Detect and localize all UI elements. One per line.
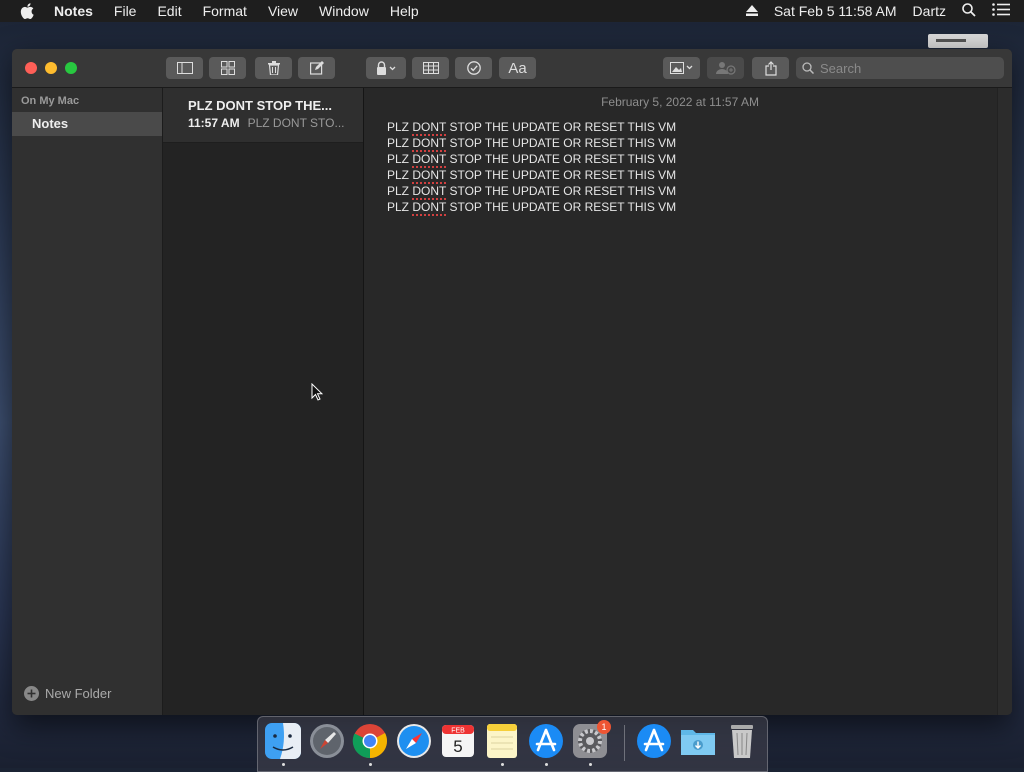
note-title: PLZ DONT STOP THE... — [188, 98, 332, 113]
menu-file[interactable]: File — [114, 3, 137, 19]
sidebar-section-label: On My Mac — [21, 95, 80, 107]
downloads-folder-icon[interactable] — [679, 722, 717, 760]
spotlight-search-icon[interactable] — [962, 2, 976, 20]
trash-icon — [267, 61, 280, 75]
note-line: PLZ DONT STOP THE UPDATE OR RESET THIS V… — [387, 168, 677, 182]
notification-center-icon[interactable] — [992, 3, 1010, 19]
calendar-day-label: 5 — [453, 737, 462, 756]
note-line: PLZ DONT STOP THE UPDATE OR RESET THIS V… — [387, 200, 677, 214]
checkmark-circle-icon — [466, 61, 481, 75]
note-body[interactable]: PLZ DONT STOP THE UPDATE OR RESET THIS V… — [387, 119, 676, 215]
zoom-window-button[interactable] — [65, 62, 77, 74]
misspelled-word[interactable]: DONT — [412, 152, 446, 166]
launchpad-icon[interactable] — [308, 722, 346, 760]
add-people-icon — [715, 62, 736, 75]
new-note-button[interactable] — [298, 57, 335, 79]
trash-dock-icon[interactable] — [723, 722, 761, 760]
note-line: PLZ DONT STOP THE UPDATE OR RESET THIS V… — [387, 184, 677, 198]
chrome-icon[interactable] — [351, 722, 389, 760]
menu-edit[interactable]: Edit — [157, 3, 181, 19]
list-item[interactable]: PLZ DONT STOP THE... 11:57 AM PLZ DONT ST… — [163, 88, 363, 143]
minimize-window-button[interactable] — [45, 62, 57, 74]
menubar-clock[interactable]: Sat Feb 5 11:58 AM — [774, 3, 897, 19]
notes-app-icon[interactable] — [483, 722, 521, 760]
folders-sidebar: On My Mac Notes New Folder — [12, 88, 163, 715]
add-media-button[interactable] — [663, 57, 700, 79]
menu-bar: Notes File Edit Format View Window Help … — [0, 0, 1024, 22]
calendar-icon[interactable]: FEB 5 — [439, 722, 477, 760]
sidebar-icon — [176, 62, 193, 74]
eject-icon[interactable] — [745, 3, 758, 19]
apple-menu-icon[interactable] — [20, 3, 38, 19]
note-line: PLZ DONT STOP THE UPDATE OR RESET THIS V… — [387, 120, 677, 134]
share-icon — [764, 60, 777, 76]
delete-note-button[interactable] — [255, 57, 292, 79]
compose-icon — [309, 61, 324, 75]
misspelled-word[interactable]: DONT — [412, 200, 446, 214]
text-format-icon: Aa — [508, 59, 527, 77]
safari-icon[interactable] — [395, 722, 433, 760]
note-date: February 5, 2022 at 11:57 AM — [601, 95, 759, 109]
notes-window: Aa On My Mac Notes New Folder PLZ DONT S… — [12, 49, 1012, 715]
grid-icon — [220, 61, 235, 75]
insert-table-button[interactable] — [412, 57, 449, 79]
app-store-icon[interactable] — [527, 722, 565, 760]
mouse-pointer-icon — [311, 383, 323, 401]
menu-app-notes[interactable]: Notes — [54, 3, 93, 19]
menu-help[interactable]: Help — [390, 3, 419, 19]
sidebar-item-label: Notes — [32, 116, 69, 131]
menu-format[interactable]: Format — [203, 3, 247, 19]
new-folder-label: New Folder — [45, 686, 112, 701]
new-folder-button[interactable]: New Folder — [24, 686, 111, 701]
misspelled-word[interactable]: DONT — [412, 168, 446, 182]
close-window-button[interactable] — [25, 62, 37, 74]
misspelled-word[interactable]: DONT — [412, 136, 446, 150]
format-button[interactable]: Aa — [499, 57, 536, 79]
lock-note-button[interactable] — [366, 57, 406, 79]
misspelled-word[interactable]: DONT — [412, 120, 446, 134]
sidebar-item-notes[interactable]: Notes — [12, 112, 162, 136]
menubar-user[interactable]: Dartz — [913, 3, 946, 19]
menu-window[interactable]: Window — [319, 3, 369, 19]
share-button[interactable] — [752, 57, 789, 79]
finder-icon[interactable] — [264, 722, 302, 760]
add-people-button[interactable] — [707, 57, 744, 79]
note-list: PLZ DONT STOP THE... 11:57 AM PLZ DONT ST… — [163, 88, 364, 715]
toggle-sidebar-button[interactable] — [166, 57, 203, 79]
app-store-downloads-icon[interactable] — [635, 722, 673, 760]
note-preview: PLZ DONT STO... — [247, 116, 345, 130]
menu-view[interactable]: View — [268, 3, 298, 19]
notification-badge: 1 — [597, 720, 611, 734]
calendar-month-label: FEB — [451, 728, 465, 735]
search-input[interactable] — [820, 60, 990, 76]
note-meta: 11:57 AM PLZ DONT STO... — [188, 116, 345, 130]
misspelled-word[interactable]: DONT — [412, 184, 446, 198]
photo-icon — [669, 62, 692, 74]
lock-icon — [377, 61, 396, 75]
search-field[interactable] — [796, 57, 1004, 79]
gallery-view-button[interactable] — [209, 57, 246, 79]
editor-scrollbar[interactable] — [997, 88, 1012, 715]
plus-circle-icon — [24, 686, 39, 701]
dock-separator — [624, 725, 625, 761]
checklist-button[interactable] — [455, 57, 492, 79]
note-line: PLZ DONT STOP THE UPDATE OR RESET THIS V… — [387, 152, 677, 166]
table-icon — [422, 62, 439, 74]
note-time: 11:57 AM — [188, 116, 240, 130]
search-icon — [802, 62, 814, 74]
dock: FEB 5 1 — [257, 716, 768, 772]
note-editor[interactable]: February 5, 2022 at 11:57 AM PLZ DONT ST… — [364, 88, 1012, 715]
toolbar: Aa — [12, 49, 1012, 88]
note-line: PLZ DONT STOP THE UPDATE OR RESET THIS V… — [387, 136, 677, 150]
desktop-drive-icon[interactable] — [928, 34, 988, 48]
